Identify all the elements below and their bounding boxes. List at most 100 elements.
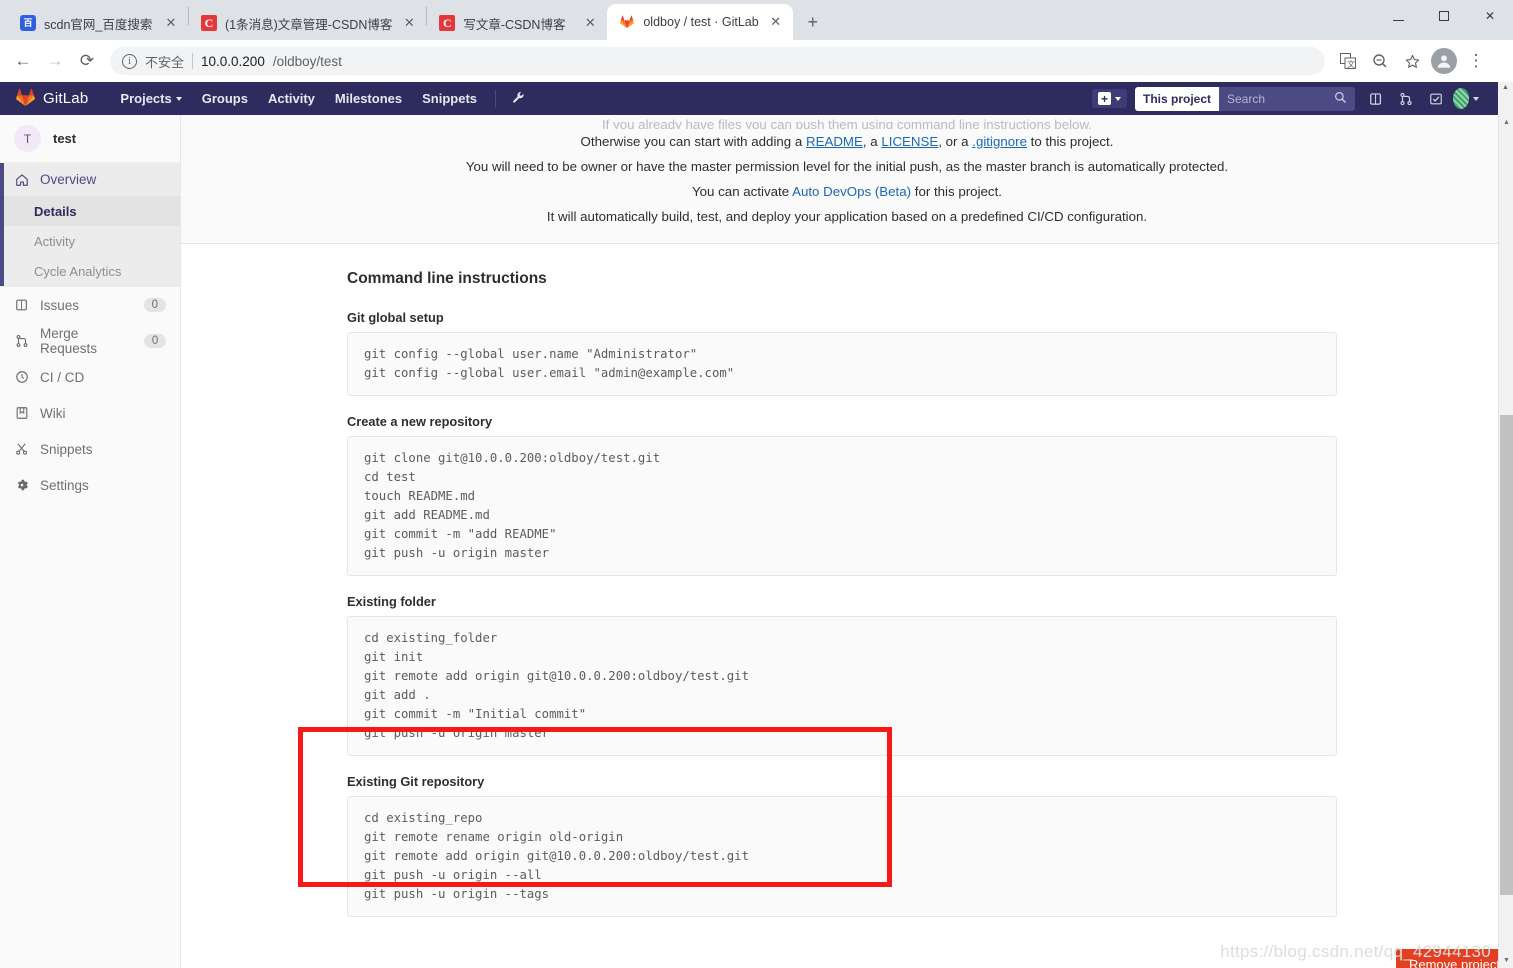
watermark-text: https://blog.csdn.net/qq_42944130 bbox=[1220, 942, 1491, 961]
project-avatar: T bbox=[14, 125, 41, 152]
tab-title: 写文章-CSDN博客 bbox=[463, 17, 566, 32]
new-tab-button[interactable]: + bbox=[799, 8, 827, 36]
readme-link[interactable]: README bbox=[806, 134, 863, 149]
sidebar-item-label: Issues bbox=[40, 297, 80, 313]
cli-section-label: Existing Git repository bbox=[347, 774, 485, 789]
window-maximize-button[interactable] bbox=[1421, 0, 1467, 32]
baidu-icon: 百 bbox=[20, 15, 36, 31]
notice-line-clipped: If you already have files you can push t… bbox=[601, 119, 1093, 129]
search-placeholder: Search bbox=[1227, 91, 1266, 106]
search-input[interactable]: Search bbox=[1219, 86, 1355, 111]
browser-tab-1[interactable]: C (1条消息)文章管理-CSDN博客 ✕ bbox=[189, 6, 426, 40]
browser-window: 百 scdn官网_百度搜索 ✕ C (1条消息)文章管理-CSDN博客 ✕ C … bbox=[0, 0, 1513, 968]
sidebar-item-issues[interactable]: Issues 0 bbox=[0, 287, 180, 323]
sidebar-subitem-activity[interactable]: Activity bbox=[0, 226, 180, 256]
sidebar-subitem-details[interactable]: Details bbox=[0, 196, 180, 226]
sidebar-item-settings[interactable]: Settings bbox=[0, 467, 180, 503]
notice-line-readme: Otherwise you can start with adding a RE… bbox=[181, 129, 1513, 154]
site-info-icon[interactable]: i bbox=[122, 53, 137, 69]
nav-projects[interactable]: Projects bbox=[110, 91, 191, 106]
browser-tab-0[interactable]: 百 scdn官网_百度搜索 ✕ bbox=[8, 6, 188, 40]
scissors-icon bbox=[14, 442, 30, 456]
page-scrollbar[interactable]: ▲ ▼ bbox=[1498, 115, 1513, 968]
sidebar-item-wiki[interactable]: Wiki bbox=[0, 395, 180, 431]
merge-requests-icon[interactable] bbox=[1393, 86, 1419, 112]
profile-icon[interactable] bbox=[1429, 46, 1459, 76]
nav-projects-label: Projects bbox=[120, 91, 172, 106]
translate-icon[interactable]: 文 bbox=[1333, 46, 1363, 76]
scrollbar-down-arrow[interactable]: ▼ bbox=[1499, 953, 1513, 968]
forward-icon[interactable]: → bbox=[40, 46, 70, 76]
sidebar-project-header[interactable]: T test bbox=[0, 115, 180, 163]
project-sidebar: T test Overview Details Activity Cycle A… bbox=[0, 115, 181, 968]
cli-section-label: Create a new repository bbox=[347, 414, 493, 429]
gitignore-link[interactable]: .gitignore bbox=[972, 134, 1027, 149]
sidebar-item-label: Settings bbox=[40, 477, 89, 493]
notice-text: Otherwise you can start with adding a bbox=[580, 134, 806, 149]
sidebar-item-overview[interactable]: Overview bbox=[0, 163, 180, 196]
gitlab-nav-links: Projects Groups Activity Milestones Snip… bbox=[110, 89, 533, 108]
search-group: This project Search bbox=[1134, 86, 1355, 111]
omnibox-divider bbox=[192, 53, 194, 69]
nav-activity[interactable]: Activity bbox=[258, 91, 325, 106]
browser-tab-3-active[interactable]: oldboy / test · GitLab ✕ bbox=[607, 4, 793, 40]
tab-close-icon[interactable]: ✕ bbox=[767, 13, 785, 31]
chevron-down-icon bbox=[175, 96, 182, 101]
nav-milestones[interactable]: Milestones bbox=[325, 91, 412, 106]
sidebar-item-label: Merge Requests bbox=[40, 326, 98, 356]
sidebar-item-snippets[interactable]: Snippets bbox=[0, 431, 180, 467]
wrench-icon[interactable] bbox=[504, 91, 533, 107]
new-dropdown-button[interactable]: + bbox=[1091, 89, 1127, 108]
notice-text: , or a bbox=[938, 134, 973, 149]
security-status-label: 不安全 bbox=[145, 54, 185, 70]
notice-text: , a bbox=[862, 134, 882, 149]
cli-section-create-new-repository: Create a new repository git clone git@10… bbox=[347, 414, 1337, 576]
gear-icon bbox=[14, 478, 30, 492]
search-icon[interactable] bbox=[1334, 91, 1347, 107]
svg-text:文: 文 bbox=[1347, 59, 1355, 69]
bookmark-star-icon[interactable] bbox=[1397, 46, 1427, 76]
sidebar-item-label: Wiki bbox=[40, 405, 66, 421]
nav-groups[interactable]: Groups bbox=[192, 91, 258, 106]
scrollbar-up-arrow[interactable]: ▲ bbox=[1499, 115, 1513, 130]
issues-icon[interactable] bbox=[1363, 86, 1389, 112]
csdn-icon: C bbox=[201, 15, 217, 31]
avatar bbox=[1453, 88, 1469, 109]
sidebar-item-label: Overview bbox=[40, 172, 97, 187]
cli-code-block[interactable]: git config --global user.name "Administr… bbox=[347, 332, 1337, 396]
auto-devops-link[interactable]: Auto DevOps (Beta) bbox=[792, 184, 911, 199]
tab-close-icon[interactable]: ✕ bbox=[581, 14, 599, 32]
url-host: 10.0.0.200 bbox=[201, 53, 265, 69]
sidebar-item-label: CI / CD bbox=[40, 369, 85, 385]
todos-icon[interactable] bbox=[1423, 86, 1449, 112]
scrollbar-up-arrow[interactable]: ▲ bbox=[1498, 82, 1513, 115]
window-minimize-button[interactable] bbox=[1375, 0, 1421, 32]
merge-requests-count-badge: 0 bbox=[143, 334, 166, 348]
sidebar-item-ci-cd[interactable]: CI / CD bbox=[0, 359, 180, 395]
cli-code-block[interactable]: git clone git@10.0.0.200:oldboy/test.git… bbox=[347, 436, 1337, 576]
notice-text: You can activate bbox=[692, 184, 793, 199]
browser-menu-icon[interactable]: ⋮ bbox=[1461, 46, 1491, 76]
cli-code-block[interactable]: cd existing_folder git init git remote a… bbox=[347, 616, 1337, 756]
tab-close-icon[interactable]: ✕ bbox=[162, 14, 180, 32]
home-icon bbox=[14, 173, 30, 187]
search-scope-label[interactable]: This project bbox=[1134, 86, 1219, 111]
sidebar-subitem-cycle-analytics[interactable]: Cycle Analytics bbox=[0, 256, 180, 286]
scrollbar-thumb[interactable] bbox=[1500, 415, 1513, 895]
back-icon[interactable]: ← bbox=[8, 46, 38, 76]
nav-snippets[interactable]: Snippets bbox=[412, 91, 487, 106]
reload-icon[interactable]: ⟳ bbox=[72, 46, 102, 76]
tab-close-icon[interactable]: ✕ bbox=[400, 14, 418, 32]
gitlab-logo[interactable]: GitLab bbox=[16, 88, 88, 110]
user-menu-button[interactable] bbox=[1453, 86, 1479, 112]
cli-code-block[interactable]: cd existing_repo git remote rename origi… bbox=[347, 796, 1337, 917]
license-link[interactable]: LICENSE bbox=[881, 134, 938, 149]
address-bar[interactable]: i 不安全 10.0.0.200/oldboy/test bbox=[110, 47, 1325, 75]
book-icon bbox=[14, 406, 30, 420]
gitlab-nav-right: + This project Search bbox=[1091, 82, 1479, 115]
cli-title: Command line instructions bbox=[347, 270, 547, 287]
sidebar-item-merge-requests[interactable]: Merge Requests 0 bbox=[0, 323, 180, 359]
zoom-out-icon[interactable] bbox=[1365, 46, 1395, 76]
browser-tab-2[interactable]: C 写文章-CSDN博客 ✕ bbox=[427, 6, 607, 40]
window-close-button[interactable]: ✕ bbox=[1467, 0, 1513, 32]
